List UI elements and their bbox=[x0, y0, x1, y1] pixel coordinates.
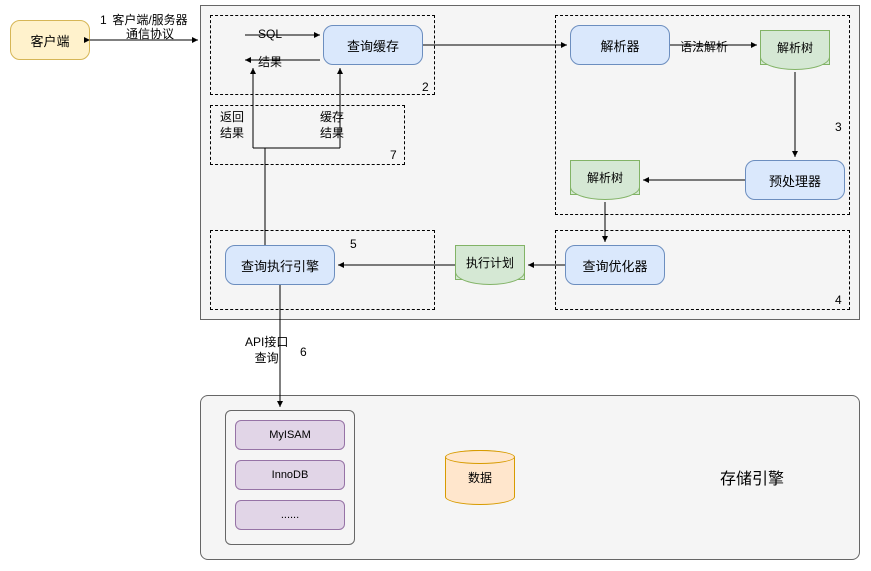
data-cylinder: 数据 bbox=[445, 450, 515, 505]
label-api-query: API接口 查询 bbox=[245, 335, 288, 366]
num-7: 7 bbox=[390, 148, 397, 162]
label-return-result: 返回 结果 bbox=[220, 110, 244, 141]
parse-tree-1: 解析树 bbox=[760, 30, 830, 65]
num-3: 3 bbox=[835, 120, 842, 134]
query-cache-node: 查询缓存 bbox=[323, 25, 423, 65]
optimizer-node: 查询优化器 bbox=[565, 245, 665, 285]
executor-node: 查询执行引擎 bbox=[225, 245, 335, 285]
parse-tree-2: 解析树 bbox=[570, 160, 640, 195]
engine-myisam: MyISAM bbox=[235, 420, 345, 450]
label-sql: SQL bbox=[258, 27, 282, 41]
engine-innodb: InnoDB bbox=[235, 460, 345, 490]
preprocessor-node: 预处理器 bbox=[745, 160, 845, 200]
exec-plan: 执行计划 bbox=[455, 245, 525, 280]
client-node: 客户端 bbox=[10, 20, 90, 60]
label-syntax-parse: 语法解析 bbox=[680, 38, 728, 55]
storage-engine-title: 存储引擎 bbox=[720, 465, 784, 489]
num-4: 4 bbox=[835, 293, 842, 307]
label-protocol: 客户端/服务器通信协议 bbox=[110, 13, 190, 42]
parser-node: 解析器 bbox=[570, 25, 670, 65]
num-2: 2 bbox=[422, 80, 429, 94]
num-1: 1 bbox=[100, 13, 107, 27]
label-result: 结果 bbox=[258, 53, 282, 70]
num-5: 5 bbox=[350, 237, 357, 251]
data-label: 数据 bbox=[468, 469, 492, 486]
num-6: 6 bbox=[300, 345, 307, 359]
engine-more: ...... bbox=[235, 500, 345, 530]
label-cache-result: 缓存 结果 bbox=[320, 110, 344, 141]
